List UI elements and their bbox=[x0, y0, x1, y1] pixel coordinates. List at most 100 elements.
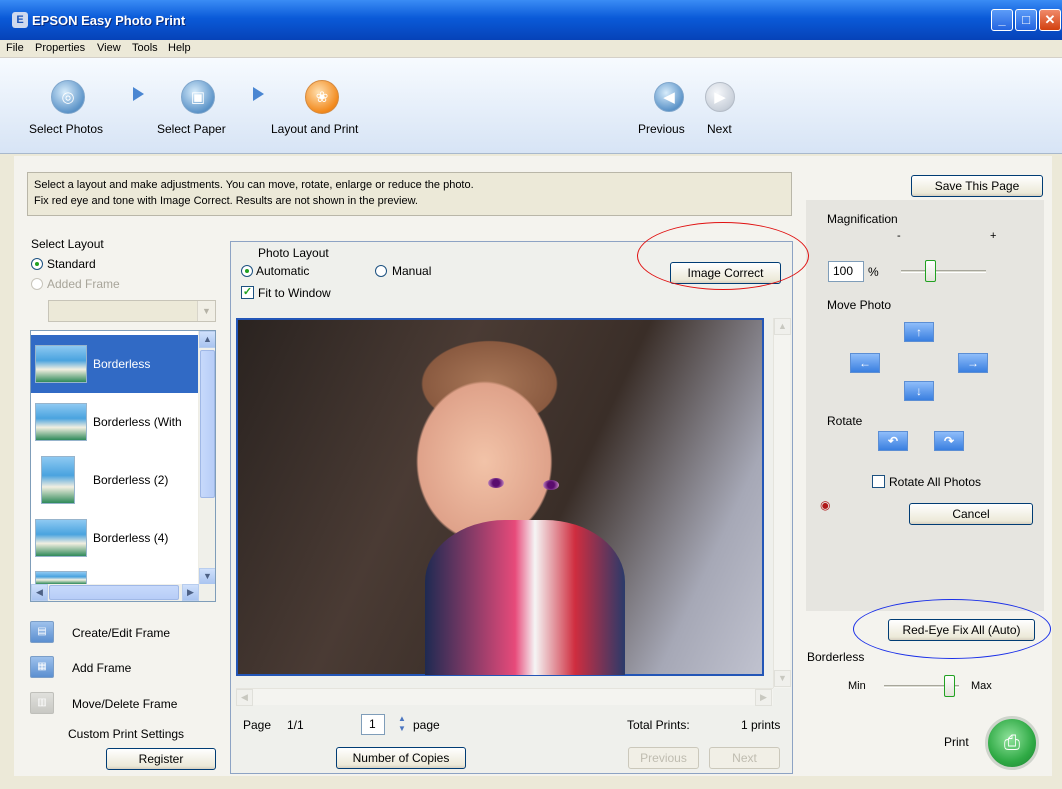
scroll-up-icon[interactable]: ▲ bbox=[774, 318, 791, 335]
layout-thumbnail bbox=[35, 345, 87, 383]
layout-thumbnail bbox=[35, 519, 87, 557]
scroll-left-icon[interactable]: ◀ bbox=[236, 689, 253, 706]
menu-help[interactable]: Help bbox=[168, 42, 191, 54]
layout-thumbnail bbox=[35, 571, 87, 585]
register-button[interactable]: Register bbox=[106, 748, 216, 770]
borderless-label: Borderless bbox=[807, 650, 865, 664]
custom-print-settings-label: Custom Print Settings bbox=[68, 727, 185, 741]
create-edit-frame-label[interactable]: Create/Edit Frame bbox=[72, 626, 170, 640]
scroll-thumb[interactable] bbox=[49, 585, 179, 600]
minimize-button[interactable]: _ bbox=[991, 9, 1013, 31]
layout-list[interactable]: Borderless Borderless (With Borderless (… bbox=[30, 330, 216, 602]
spin-up-icon[interactable]: ▲ bbox=[396, 714, 408, 724]
menu-tools[interactable]: Tools bbox=[132, 42, 158, 54]
next-icon[interactable]: ▶ bbox=[705, 82, 735, 112]
scroll-right-icon[interactable]: ▶ bbox=[182, 584, 199, 601]
select-paper-icon[interactable]: ▣ bbox=[181, 80, 215, 114]
layout-thumbnail bbox=[41, 456, 75, 504]
standard-radio[interactable] bbox=[31, 258, 43, 270]
zoom-plus-label: + bbox=[990, 230, 997, 242]
cancel-button[interactable]: Cancel bbox=[909, 503, 1033, 525]
previous-page-button[interactable]: Previous bbox=[628, 747, 699, 769]
page-spinner[interactable]: ▲ ▼ bbox=[396, 714, 408, 735]
frame-dropdown[interactable]: ▼ bbox=[48, 300, 216, 322]
list-item[interactable]: Borderless bbox=[31, 335, 199, 393]
manual-label[interactable]: Manual bbox=[392, 264, 431, 278]
previous-icon[interactable]: ◀ bbox=[654, 82, 684, 112]
move-left-button[interactable]: ← bbox=[850, 353, 880, 373]
step-arrow-icon bbox=[133, 87, 144, 101]
save-this-page-button[interactable]: Save This Page bbox=[911, 175, 1043, 197]
layout-thumbnail bbox=[35, 403, 87, 441]
select-photos-label[interactable]: Select Photos bbox=[29, 122, 103, 136]
select-paper-label[interactable]: Select Paper bbox=[157, 122, 226, 136]
scroll-right-icon[interactable]: ▶ bbox=[755, 689, 772, 706]
instruction-line-2: Fix red eye and tone with Image Correct.… bbox=[34, 195, 418, 207]
manual-radio[interactable] bbox=[375, 265, 387, 277]
fit-to-window-checkbox[interactable]: ✓ bbox=[241, 286, 254, 299]
move-delete-frame-label[interactable]: Move/Delete Frame bbox=[72, 697, 177, 711]
scroll-thumb[interactable] bbox=[200, 350, 215, 498]
automatic-radio[interactable] bbox=[241, 265, 253, 277]
add-frame-icon[interactable]: ▦ bbox=[30, 656, 54, 678]
blue-annotation-circle bbox=[853, 599, 1051, 659]
photo-eye bbox=[488, 478, 504, 488]
title-bar: E EPSON Easy Photo Print _ □ ✕ bbox=[0, 0, 1062, 40]
move-down-button[interactable]: ↓ bbox=[904, 381, 934, 401]
move-right-button[interactable]: → bbox=[958, 353, 988, 373]
scroll-down-icon[interactable]: ▼ bbox=[199, 568, 215, 585]
select-photos-icon[interactable]: ◎ bbox=[51, 80, 85, 114]
rotate-all-photos-checkbox[interactable] bbox=[872, 475, 885, 488]
list-item[interactable]: Borderless (With bbox=[31, 393, 199, 451]
rotate-left-button[interactable]: ↶ bbox=[878, 431, 908, 451]
page-input[interactable]: 1 bbox=[361, 714, 385, 735]
create-edit-frame-icon[interactable]: ▤ bbox=[30, 621, 54, 643]
menu-properties[interactable]: Properties bbox=[35, 42, 85, 54]
magnification-label: Magnification bbox=[827, 212, 898, 226]
rotate-right-button[interactable]: ↷ bbox=[934, 431, 964, 451]
red-eye-icon: ◉ bbox=[820, 498, 831, 512]
page-label: Page bbox=[243, 718, 272, 732]
list-item[interactable]: Borderless (4) bbox=[31, 509, 199, 567]
scroll-down-icon[interactable]: ▼ bbox=[774, 670, 791, 687]
fit-to-window-label[interactable]: Fit to Window bbox=[258, 286, 331, 300]
next-label[interactable]: Next bbox=[707, 122, 732, 136]
maximize-button[interactable]: □ bbox=[1015, 9, 1037, 31]
list-horizontal-scrollbar[interactable]: ◀ ▶ bbox=[31, 584, 215, 601]
list-vertical-scrollbar[interactable]: ▲ ▼ bbox=[198, 331, 215, 585]
previous-label[interactable]: Previous bbox=[638, 122, 685, 136]
total-prints-value: 1 prints bbox=[741, 718, 781, 732]
magnification-slider-track[interactable] bbox=[901, 270, 986, 273]
move-delete-frame-icon[interactable]: ▥ bbox=[30, 692, 54, 714]
automatic-label[interactable]: Automatic bbox=[256, 264, 309, 278]
number-of-copies-button[interactable]: Number of Copies bbox=[336, 747, 466, 769]
rotate-all-photos-label[interactable]: Rotate All Photos bbox=[889, 475, 981, 489]
spin-down-icon[interactable]: ▼ bbox=[396, 724, 408, 734]
print-icon[interactable]: ⎙ bbox=[985, 716, 1039, 770]
magnification-input[interactable]: 100 bbox=[828, 261, 864, 282]
magnification-slider-thumb[interactable] bbox=[925, 260, 936, 282]
layout-name: Borderless (2) bbox=[93, 473, 169, 487]
menu-view[interactable]: View bbox=[97, 42, 121, 54]
page-unit-label: page bbox=[413, 718, 440, 732]
add-frame-label[interactable]: Add Frame bbox=[72, 661, 131, 675]
borderless-slider-thumb[interactable] bbox=[944, 675, 955, 697]
layout-name: Borderless bbox=[93, 357, 151, 371]
chevron-down-icon[interactable]: ▼ bbox=[197, 301, 215, 321]
added-frame-label[interactable]: Added Frame bbox=[47, 277, 120, 291]
close-button[interactable]: ✕ bbox=[1039, 9, 1061, 31]
layout-name: Borderless (4) bbox=[93, 531, 169, 545]
standard-label[interactable]: Standard bbox=[47, 257, 96, 271]
next-page-button[interactable]: Next bbox=[709, 747, 780, 769]
layout-print-icon[interactable]: ❀ bbox=[305, 80, 339, 114]
layout-print-label[interactable]: Layout and Print bbox=[271, 122, 358, 136]
window-title: EPSON Easy Photo Print bbox=[32, 13, 186, 28]
scroll-up-icon[interactable]: ▲ bbox=[199, 331, 215, 348]
move-up-button[interactable]: ↑ bbox=[904, 322, 934, 342]
preview-vertical-scrollbar[interactable]: ▲ ▼ bbox=[773, 318, 791, 688]
menu-file[interactable]: File bbox=[6, 42, 24, 54]
added-frame-radio[interactable] bbox=[31, 278, 43, 290]
preview-horizontal-scrollbar[interactable]: ◀ ▶ bbox=[236, 688, 773, 706]
scroll-left-icon[interactable]: ◀ bbox=[31, 584, 48, 601]
list-item[interactable]: Borderless (2) bbox=[31, 451, 199, 509]
